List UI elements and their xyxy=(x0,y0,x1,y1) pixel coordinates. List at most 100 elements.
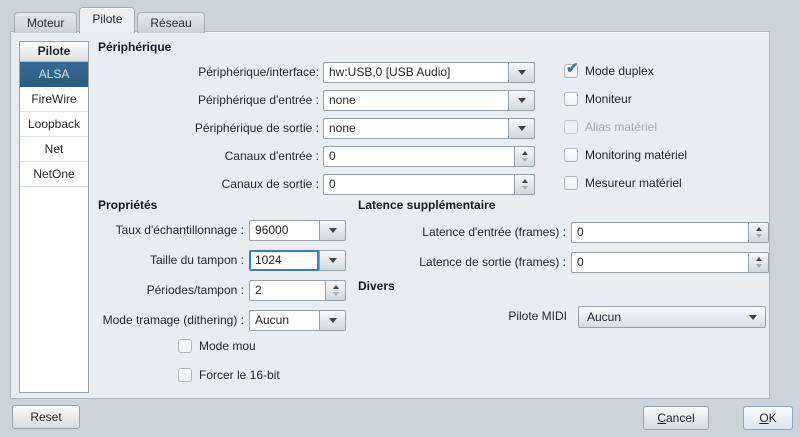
input-device-combobox[interactable]: none xyxy=(323,90,535,111)
checkbox-alias-materiel: Alias matériel xyxy=(564,120,657,134)
checkbox-mode-duplex[interactable]: Mode duplex xyxy=(564,64,654,78)
label-sample-rate: Taux d'échantillonnage : xyxy=(31,220,244,241)
tab-pilote[interactable]: Pilote xyxy=(79,7,135,33)
label-output-latency: Latence de sortie (frames) : xyxy=(351,252,566,273)
output-latency-spin-buttons[interactable] xyxy=(748,252,769,273)
output-channels-spin-buttons[interactable] xyxy=(514,174,535,195)
label-dither: Mode tramage (dithering) : xyxy=(31,310,244,331)
sample-rate-combobox[interactable]: 96000 xyxy=(249,220,346,241)
midi-driver-combobox[interactable]: Aucun xyxy=(578,306,766,328)
label-midi-driver: Pilote MIDI xyxy=(411,306,567,327)
label-input-device: Périphérique d'entrée : xyxy=(71,90,319,111)
input-latency-value[interactable]: 0 xyxy=(571,222,748,243)
spin-up-icon xyxy=(756,257,762,261)
label-periods: Périodes/tampon : xyxy=(31,280,244,301)
section-title-peripherique: Périphérique xyxy=(98,40,171,54)
spin-down-icon xyxy=(522,158,528,162)
spin-down-icon xyxy=(756,264,762,268)
chevron-down-icon xyxy=(518,126,526,131)
periods-spin-buttons[interactable] xyxy=(325,280,346,301)
section-title-latence: Latence supplémentaire xyxy=(358,198,495,212)
sample-rate-value[interactable]: 96000 xyxy=(249,220,319,241)
buffer-size-dropdown-button[interactable] xyxy=(319,250,346,271)
label-output-channels: Canaux de sortie : xyxy=(71,174,319,195)
spin-down-icon xyxy=(522,186,528,190)
checkbox-box-icon xyxy=(564,120,578,134)
output-device-value[interactable]: none xyxy=(323,118,508,139)
interface-value[interactable]: hw:USB,0 [USB Audio] xyxy=(323,62,508,83)
input-device-value[interactable]: none xyxy=(323,90,508,111)
spin-up-icon xyxy=(333,285,339,289)
input-channels-spinbox[interactable]: 0 xyxy=(323,146,535,167)
spin-up-icon xyxy=(522,151,528,155)
chevron-down-icon xyxy=(749,315,757,320)
checkbox-box-icon xyxy=(564,176,578,190)
tab-moteur[interactable]: Moteur xyxy=(14,12,77,33)
interface-dropdown-button[interactable] xyxy=(508,62,535,83)
midi-driver-value: Aucun xyxy=(587,310,749,324)
spin-up-icon xyxy=(522,179,528,183)
buffer-size-value[interactable]: 1024 xyxy=(249,250,319,271)
cancel-label-rest: ancel xyxy=(666,411,695,425)
spin-down-icon xyxy=(756,234,762,238)
sample-rate-dropdown-button[interactable] xyxy=(319,220,346,241)
output-device-combobox[interactable]: none xyxy=(323,118,535,139)
pilote-tab-pane: Pilote ALSA FireWire Loopback Net NetOne… xyxy=(10,31,770,399)
tab-bar: Moteur Pilote Réseau xyxy=(14,7,207,33)
checkbox-box-icon xyxy=(564,148,578,162)
dither-value[interactable]: Aucun xyxy=(249,310,319,331)
output-device-dropdown-button[interactable] xyxy=(508,118,535,139)
checkbox-label: Alias matériel xyxy=(585,120,657,134)
input-channels-spin-buttons[interactable] xyxy=(514,146,535,167)
input-channels-value[interactable]: 0 xyxy=(323,146,514,167)
output-latency-spinbox[interactable]: 0 xyxy=(571,252,769,273)
checkbox-label: Mode duplex xyxy=(585,64,654,78)
checkbox-monitoring-materiel[interactable]: Monitoring matériel xyxy=(564,148,687,162)
checkbox-box-icon xyxy=(178,339,192,353)
input-latency-spin-buttons[interactable] xyxy=(748,222,769,243)
ok-button[interactable]: OK xyxy=(743,406,793,430)
output-channels-spinbox[interactable]: 0 xyxy=(323,174,535,195)
chevron-down-icon xyxy=(518,98,526,103)
driver-list-header: Pilote xyxy=(20,42,88,62)
check-icon xyxy=(564,64,578,78)
checkbox-mode-mou[interactable]: Mode mou xyxy=(178,339,256,353)
periods-spinbox[interactable]: 2 xyxy=(249,280,346,301)
chevron-down-icon xyxy=(329,318,337,323)
checkbox-label: Monitoring matériel xyxy=(585,148,687,162)
checkbox-forcer-16bit[interactable]: Forcer le 16-bit xyxy=(178,368,280,382)
label-output-device: Périphérique de sortie : xyxy=(71,118,319,139)
chevron-down-icon xyxy=(329,228,337,233)
chevron-down-icon xyxy=(518,70,526,75)
interface-combobox[interactable]: hw:USB,0 [USB Audio] xyxy=(323,62,535,83)
cancel-button[interactable]: Cancel xyxy=(643,406,709,430)
input-latency-spinbox[interactable]: 0 xyxy=(571,222,769,243)
spin-down-icon xyxy=(333,292,339,296)
checkbox-label: Mode mou xyxy=(199,339,256,353)
tab-reseau[interactable]: Réseau xyxy=(137,12,204,33)
ok-label-rest: K xyxy=(769,411,777,425)
output-channels-value[interactable]: 0 xyxy=(323,174,514,195)
section-title-divers: Divers xyxy=(358,279,395,293)
reset-button[interactable]: Reset xyxy=(12,405,80,429)
input-device-dropdown-button[interactable] xyxy=(508,90,535,111)
label-interface: Périphérique/interface: xyxy=(71,62,319,83)
spin-up-icon xyxy=(756,227,762,231)
dither-dropdown-button[interactable] xyxy=(319,310,346,331)
checkbox-label: Forcer le 16-bit xyxy=(199,368,280,382)
checkbox-box-icon xyxy=(564,92,578,106)
output-latency-value[interactable]: 0 xyxy=(571,252,748,273)
checkbox-mesureur-materiel[interactable]: Mesureur matériel xyxy=(564,176,682,190)
section-title-proprietes: Propriétés xyxy=(98,198,157,212)
label-input-latency: Latence d'entrée (frames) : xyxy=(351,222,566,243)
periods-value[interactable]: 2 xyxy=(249,280,325,301)
cancel-mnemonic: C xyxy=(657,411,666,425)
checkbox-moniteur[interactable]: Moniteur xyxy=(564,92,632,106)
chevron-down-icon xyxy=(329,258,337,263)
label-buffer-size: Taille du tampon : xyxy=(31,250,244,271)
buffer-size-combobox[interactable]: 1024 xyxy=(249,250,346,271)
checkbox-label: Moniteur xyxy=(585,92,632,106)
label-input-channels: Canaux d'entrée : xyxy=(71,146,319,167)
ok-mnemonic: O xyxy=(759,411,768,425)
dither-combobox[interactable]: Aucun xyxy=(249,310,346,331)
